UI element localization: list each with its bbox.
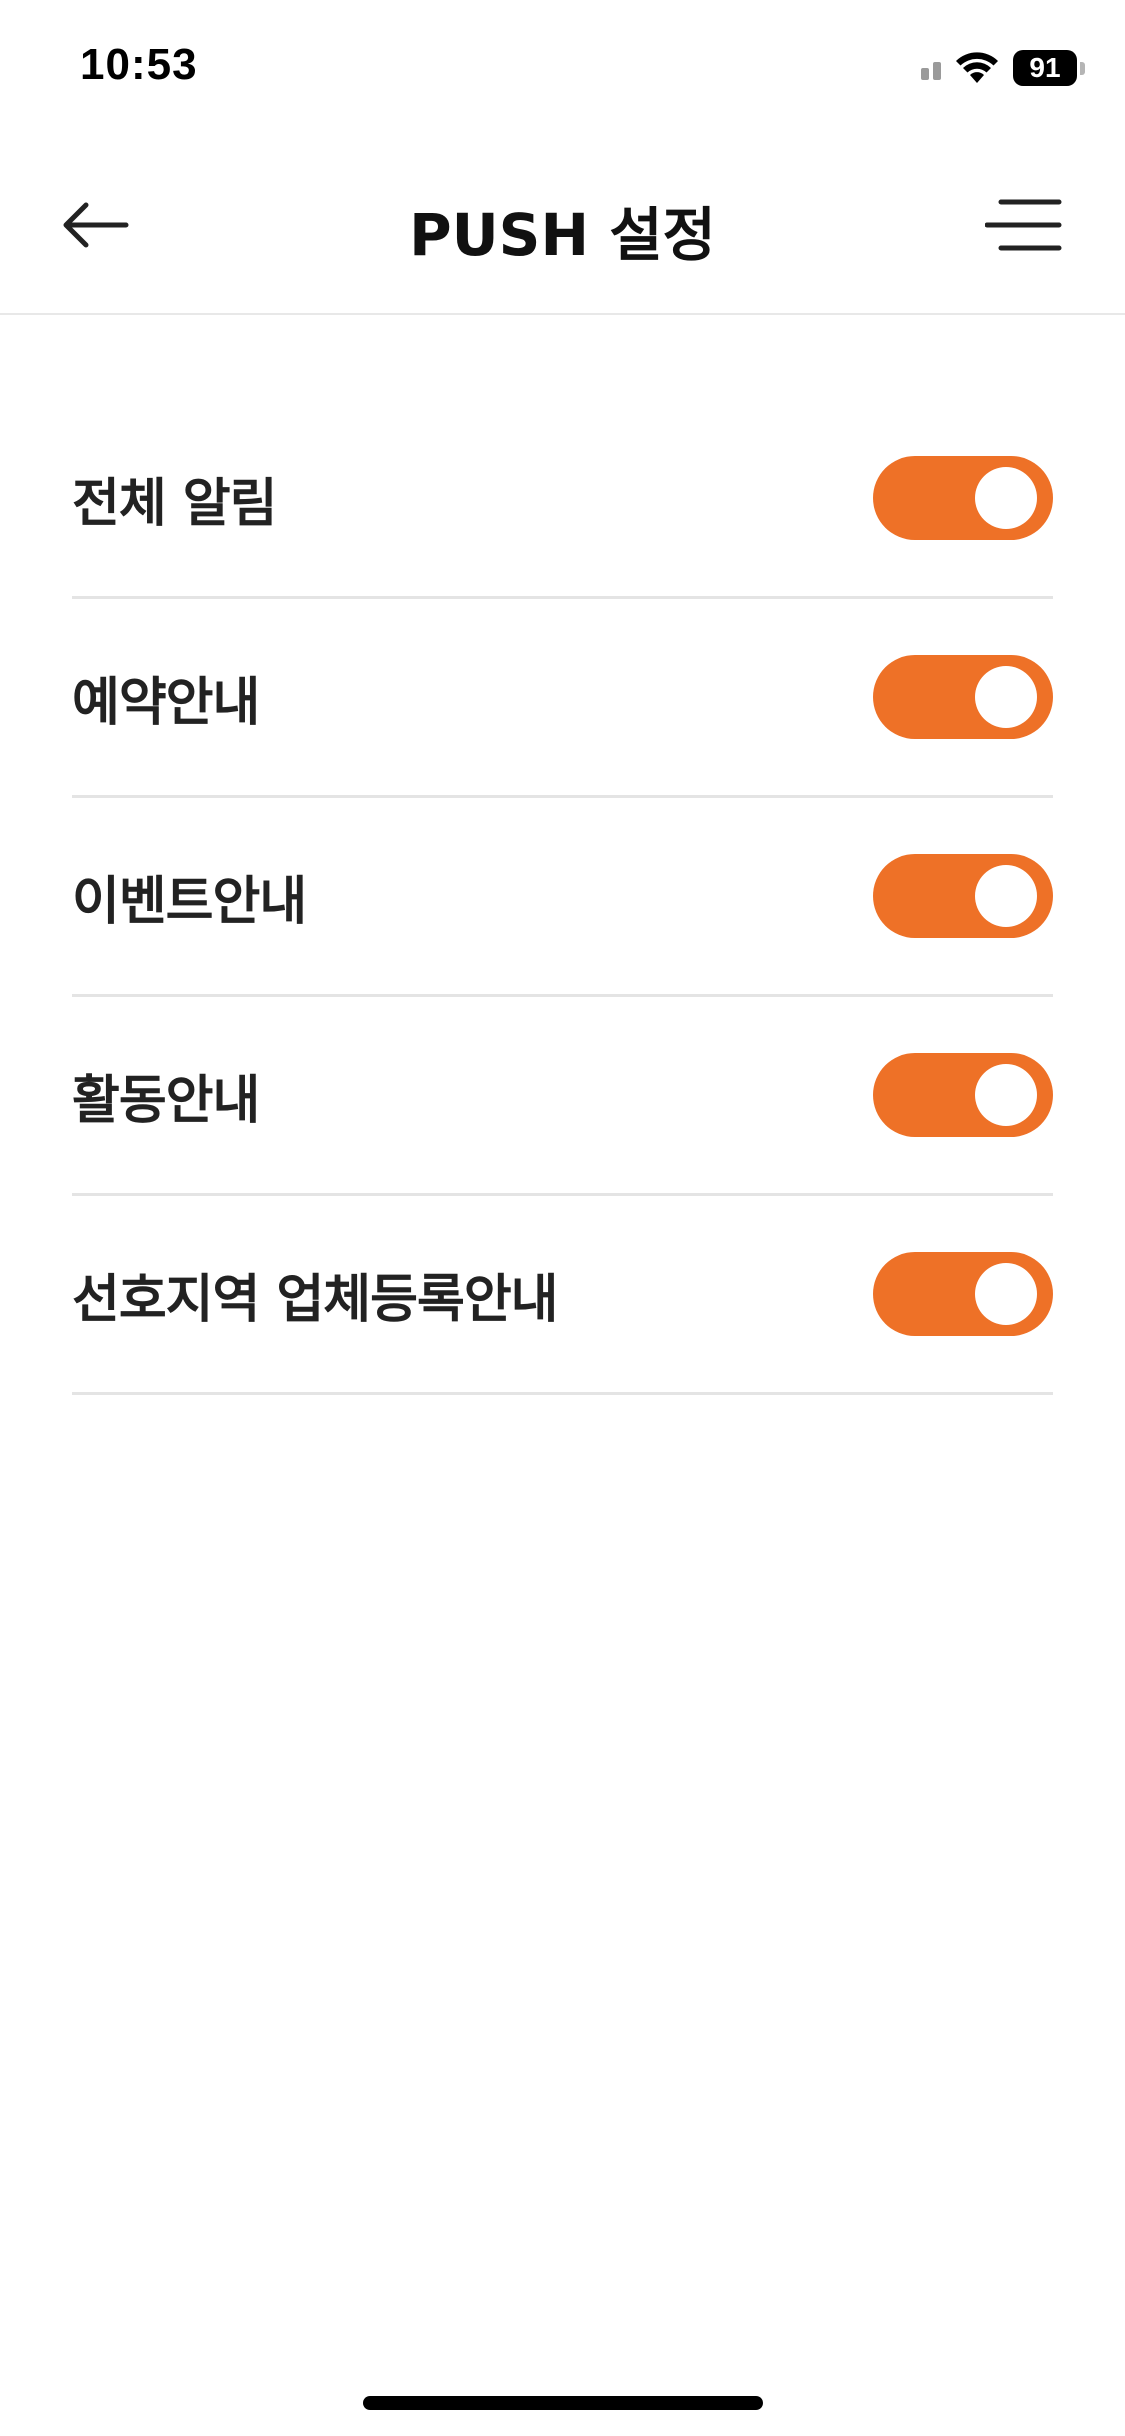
toggle-reservation[interactable]	[873, 655, 1053, 739]
setting-label: 선호지역 업체등록안내	[72, 1269, 559, 1330]
home-indicator[interactable]	[363, 2396, 763, 2410]
setting-label: 전체 알림	[72, 473, 277, 534]
toggle-all-notifications[interactable]	[873, 456, 1053, 540]
push-settings-list: 전체 알림 예약안내 이벤트안내 활동안내 선호지역 업체등록안내	[72, 400, 1053, 1395]
status-icons: 91	[921, 48, 1085, 88]
status-bar: 10:53 91	[0, 0, 1125, 140]
setting-row-activity: 활동안내	[72, 997, 1053, 1196]
cellular-signal-icon	[921, 56, 941, 80]
toggle-knob	[975, 1263, 1037, 1325]
toggle-knob	[975, 865, 1037, 927]
page-title: PUSH 설정	[409, 201, 716, 269]
status-time: 10:53	[80, 40, 198, 89]
toggle-activity[interactable]	[873, 1053, 1053, 1137]
menu-icon	[984, 199, 1062, 251]
setting-label: 예약안내	[72, 672, 260, 733]
setting-row-event: 이벤트안내	[72, 798, 1053, 997]
header: PUSH 설정	[0, 140, 1125, 315]
toggle-knob	[975, 1064, 1037, 1126]
setting-row-preferred-area: 선호지역 업체등록안내	[72, 1196, 1053, 1395]
toggle-event[interactable]	[873, 854, 1053, 938]
battery-icon: 91	[1013, 50, 1085, 86]
toggle-knob	[975, 666, 1037, 728]
wifi-icon	[956, 52, 998, 83]
setting-label: 활동안내	[72, 1070, 260, 1131]
toggle-knob	[975, 467, 1037, 529]
menu-button[interactable]	[984, 192, 1065, 258]
toggle-preferred-area[interactable]	[873, 1252, 1053, 1336]
setting-label: 이벤트안내	[72, 871, 307, 932]
battery-level: 91	[1013, 50, 1077, 86]
setting-row-all-notifications: 전체 알림	[72, 400, 1053, 599]
setting-row-reservation: 예약안내	[72, 599, 1053, 798]
